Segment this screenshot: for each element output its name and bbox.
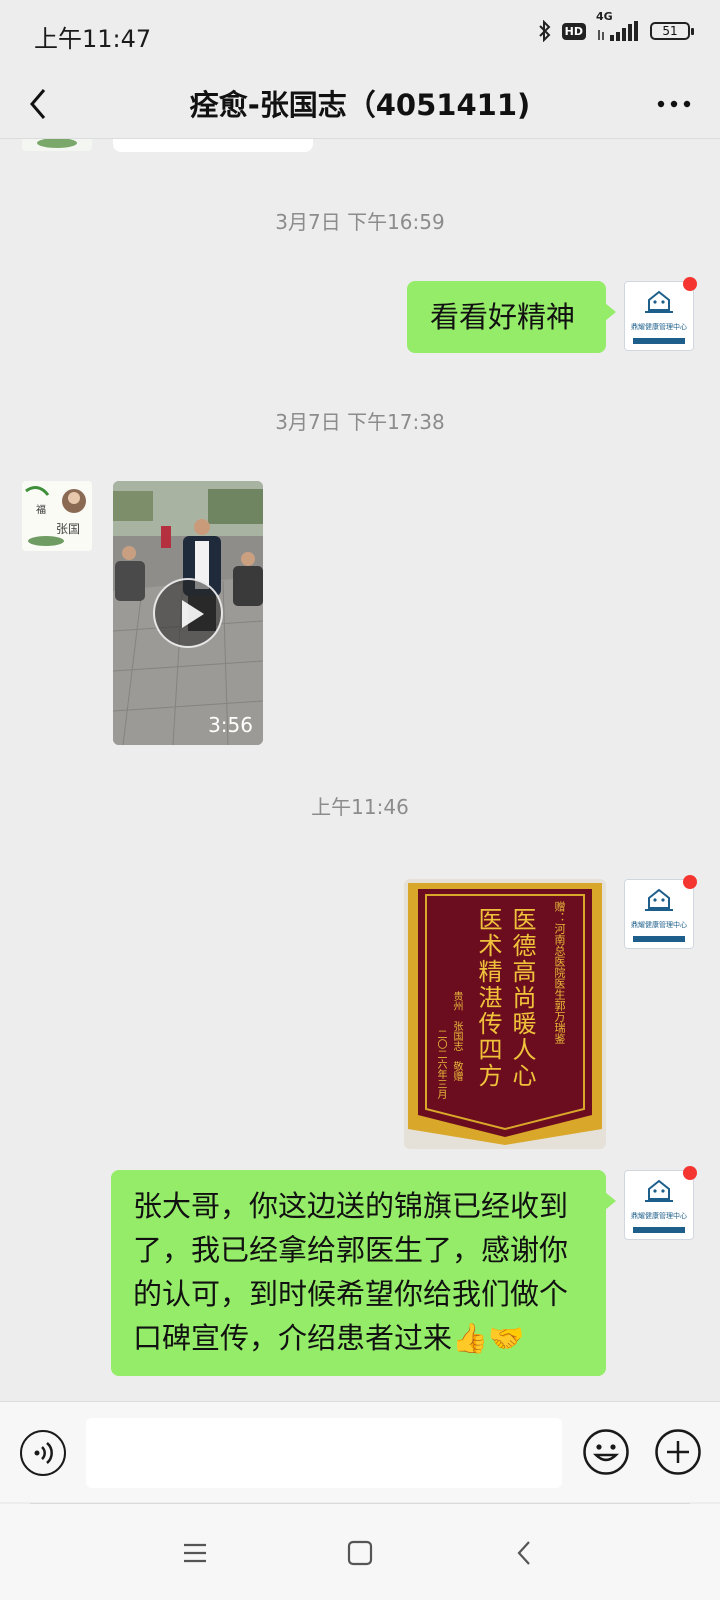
- system-back-button[interactable]: [508, 1536, 542, 1570]
- message-text: 看看好精神: [430, 300, 576, 334]
- company-name: 鼎耀健康管理中心: [631, 1212, 687, 1220]
- my-avatar[interactable]: 鼎耀健康管理中心: [624, 1170, 694, 1240]
- status-time: 上午11:47: [34, 25, 152, 53]
- more-functions-button[interactable]: [654, 1428, 702, 1476]
- bubble-tail: [605, 303, 616, 321]
- hd-badge: HD: [561, 22, 586, 40]
- video-message[interactable]: 3:56: [113, 481, 263, 745]
- banner-dedication: 赠：河南总医院医生郭万瑞鉴: [553, 901, 566, 1044]
- company-logo-icon: [625, 880, 693, 948]
- battery-level: 51: [662, 24, 678, 38]
- more-button[interactable]: [654, 90, 694, 118]
- message-input[interactable]: [86, 1418, 562, 1488]
- my-avatar[interactable]: 鼎耀健康管理中心: [624, 281, 694, 351]
- company-logo-icon: [625, 282, 693, 350]
- company-name: 鼎耀健康管理中心: [631, 921, 687, 929]
- home-button[interactable]: [343, 1536, 377, 1570]
- banner-date: 二〇二六年三月: [435, 1029, 446, 1099]
- back-triangle-icon: [517, 1541, 530, 1565]
- banner-main-line-1: 医德高尚暖人心: [508, 907, 536, 1089]
- voice-button[interactable]: [20, 1430, 66, 1476]
- bluetooth-icon: [538, 20, 552, 42]
- svg-text:张国: 张国: [56, 522, 80, 536]
- image-message[interactable]: 医德高尚暖人心 医术精湛传四方 赠：河南总医院医生郭万瑞鉴 贵州 张国志 敬赠 …: [404, 879, 606, 1149]
- banner-giver: 贵州 张国志 敬赠: [451, 991, 462, 1081]
- play-button[interactable]: [153, 578, 223, 648]
- recent-apps-button[interactable]: [178, 1536, 212, 1570]
- signal-icon: 4G: [596, 10, 640, 42]
- emoji-button[interactable]: [582, 1428, 630, 1476]
- chat-scroll-area[interactable]: 3月7日 下午16:59 看看好精神 鼎耀健康管理中心 3月7日 下午17:38…: [0, 139, 720, 1401]
- voice-icon: [34, 1442, 53, 1464]
- unread-dot: [683, 277, 697, 291]
- chat-header: 痊愈-张国志（4051411): [0, 70, 720, 139]
- message-timestamp: 3月7日 下午16:59: [275, 210, 445, 234]
- message-timestamp: 上午11:46: [311, 795, 409, 819]
- battery-icon: 51: [650, 22, 694, 40]
- message-timestamp: 3月7日 下午17:38: [275, 410, 445, 434]
- contact-avatar[interactable]: 福 张国: [22, 481, 92, 551]
- plus-icon: [655, 1429, 701, 1475]
- emoji-icon: [583, 1429, 629, 1475]
- system-navigation-bar: [0, 1504, 720, 1600]
- unread-dot: [683, 875, 697, 889]
- outgoing-message-bubble[interactable]: 看看好精神: [407, 281, 616, 353]
- message-input-bar: [0, 1401, 720, 1502]
- more-dots-icon: [657, 100, 691, 108]
- contact-avatar[interactable]: [22, 139, 92, 151]
- svg-text:福: 福: [36, 503, 46, 516]
- status-bar: 上午11:47 HD 4G 51: [0, 0, 720, 70]
- home-square-icon: [347, 1540, 373, 1566]
- chevron-left-icon: [30, 89, 46, 119]
- outgoing-message-bubble[interactable]: 张大哥，你这边送的锦旗已经收到了，我已经拿给郭医生了，感谢你的认可，到时候希望你…: [111, 1170, 616, 1376]
- my-avatar[interactable]: 鼎耀健康管理中心: [624, 879, 694, 949]
- network-type-label: 4G: [596, 10, 613, 23]
- status-icons: HD 4G 51: [538, 10, 694, 42]
- video-duration: 3:56: [208, 713, 253, 737]
- menu-icon: [184, 1543, 206, 1563]
- back-button[interactable]: [22, 84, 62, 124]
- previous-message-bubble[interactable]: [113, 139, 313, 152]
- company-logo-icon: [625, 1171, 693, 1239]
- message-text: 张大哥，你这边送的锦旗已经收到了，我已经拿给郭医生了，感谢你的认可，到时候希望你…: [133, 1189, 569, 1355]
- company-name: 鼎耀健康管理中心: [631, 323, 687, 331]
- chat-title: 痊愈-张国志（4051411): [189, 88, 531, 122]
- unread-dot: [683, 1166, 697, 1180]
- banner-main-line-2: 医术精湛传四方: [474, 907, 502, 1089]
- bubble-tail: [605, 1192, 616, 1210]
